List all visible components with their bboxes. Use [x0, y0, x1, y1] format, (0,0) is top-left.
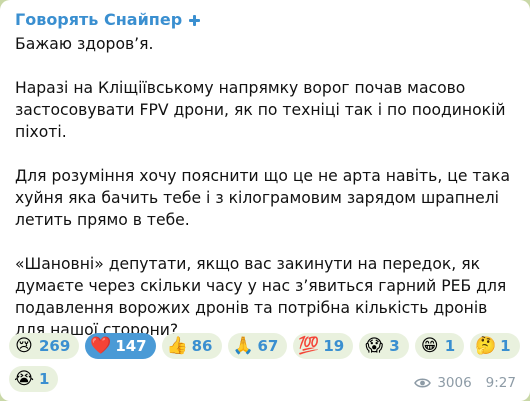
- message-time: 9:27: [485, 375, 516, 391]
- reaction-crying-face[interactable]: 😢 269: [9, 333, 80, 359]
- reaction-thinking-face[interactable]: 🤔 1: [470, 333, 520, 359]
- reaction-count: 1: [500, 337, 511, 355]
- loudly-crying-face-icon: 😭: [14, 369, 34, 389]
- channel-name[interactable]: Говорять Снайпер: [15, 10, 182, 30]
- hundred-points-icon: 💯: [298, 336, 320, 356]
- reaction-screaming-face[interactable]: 😱 3: [359, 333, 409, 359]
- reaction-thumbs-up[interactable]: 👍 86: [161, 333, 222, 359]
- crying-face-icon: 😢: [15, 336, 33, 356]
- views-count: 3006: [437, 375, 472, 391]
- reaction-folded-hands[interactable]: 🙏 67: [227, 333, 288, 359]
- thumbs-up-icon: 👍: [166, 336, 188, 356]
- eye-icon: [414, 378, 432, 388]
- message-paragraph-explanation: Для розуміння хочу пояснити що це не арт…: [15, 167, 511, 229]
- reaction-count: 269: [39, 337, 71, 355]
- message-meta: 3006 9:27: [414, 375, 516, 391]
- message-paragraph-question: «Шановні» депутати, якщо вас закинути на…: [15, 255, 507, 339]
- reaction-count: 19: [323, 337, 345, 355]
- plus-icon: [189, 14, 201, 26]
- message-paragraph-greeting: Бажаю здоров’я.: [15, 35, 154, 53]
- reaction-red-heart[interactable]: ❤️ 147: [85, 333, 156, 359]
- reaction-grinning-face[interactable]: 😁 1: [414, 333, 465, 359]
- reaction-count: 147: [115, 337, 147, 355]
- reaction-count: 1: [39, 370, 50, 388]
- screaming-face-icon: 😱: [365, 336, 384, 356]
- thinking-face-icon: 🤔: [475, 336, 497, 356]
- reaction-count: 3: [389, 337, 400, 355]
- message-bubble: Говорять Снайпер Бажаю здоров’я. Наразі …: [0, 0, 530, 401]
- reaction-count: 67: [257, 337, 279, 355]
- reaction-count: 1: [444, 337, 456, 355]
- message-paragraph-situation: Наразі на Кліщіївському напрямку ворог п…: [15, 79, 506, 141]
- red-heart-icon: ❤️: [90, 336, 112, 356]
- folded-hands-icon: 🙏: [232, 336, 254, 356]
- reaction-loudly-crying-face[interactable]: 😭 1: [9, 366, 59, 392]
- grinning-face-icon: 😁: [420, 336, 439, 356]
- reaction-hundred-points[interactable]: 💯 19: [293, 333, 354, 359]
- reaction-count: 86: [191, 337, 213, 355]
- channel-header[interactable]: Говорять Снайпер: [15, 10, 516, 30]
- message-text: Бажаю здоров’я. Наразі на Кліщіївському …: [15, 33, 516, 341]
